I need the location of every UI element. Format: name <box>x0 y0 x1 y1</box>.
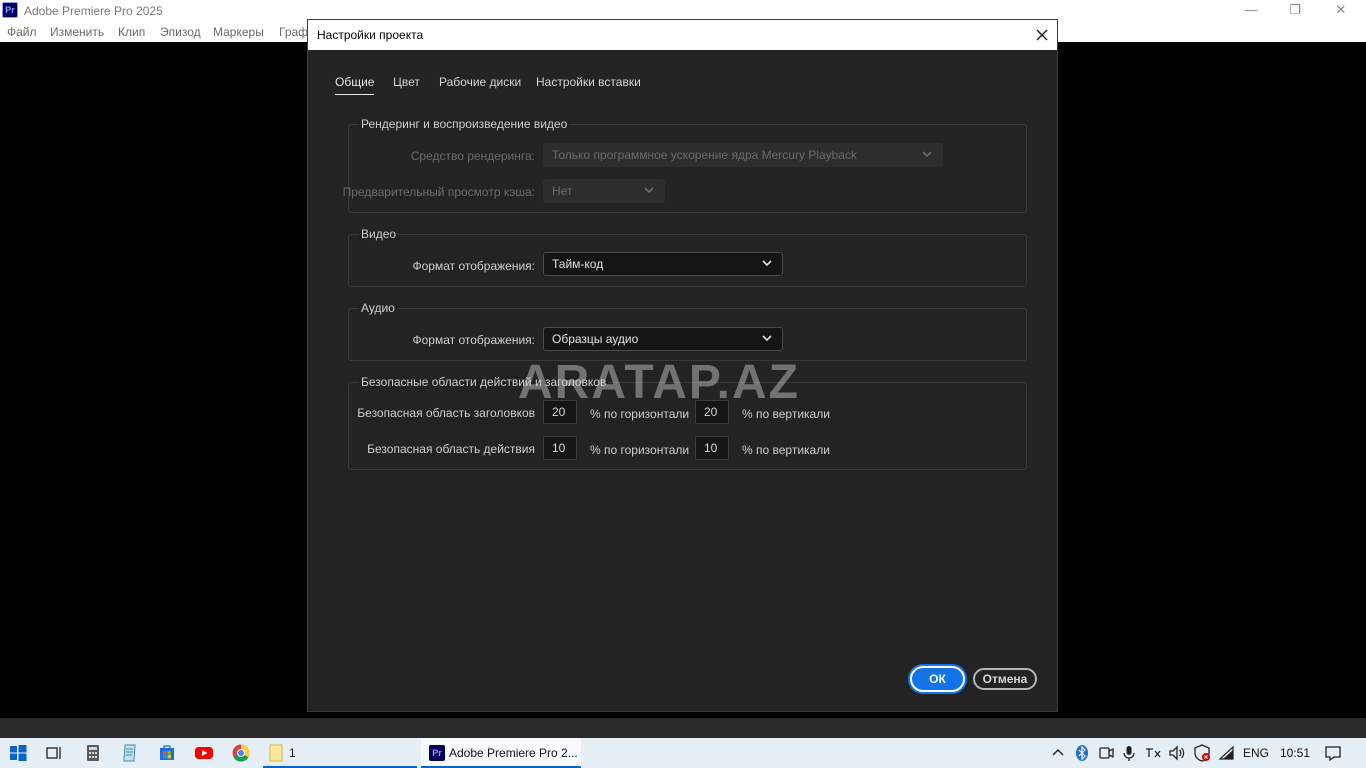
chevron-down-icon <box>760 331 774 345</box>
security-shield-icon[interactable] <box>1192 743 1212 763</box>
video-format-select[interactable]: Тайм-код <box>543 252 783 276</box>
bluetooth-icon[interactable] <box>1072 743 1092 763</box>
title-safe-label: Безопасная область заголовков <box>357 406 535 420</box>
app-status-strip <box>0 718 1366 738</box>
group-video: Видео Формат отображения: Тайм-код <box>348 227 1027 287</box>
chevron-up-icon[interactable] <box>1048 743 1068 763</box>
notepad-icon[interactable] <box>120 743 140 763</box>
dialog-titlebar: Настройки проекта <box>308 20 1057 50</box>
calculator-icon[interactable] <box>83 743 103 763</box>
tab-color[interactable]: Цвет <box>393 75 420 94</box>
notifications-icon[interactable] <box>1323 743 1343 763</box>
menu-sequence[interactable]: Эпизод <box>160 25 201 39</box>
taskbar-app-label: Adobe Premiere Pro 2... <box>449 746 578 760</box>
tab-general[interactable]: Общие <box>335 75 375 95</box>
input-indicator-icon[interactable] <box>1143 743 1163 763</box>
chevron-down-icon <box>920 147 934 161</box>
minimize-button[interactable]: — <box>1228 0 1274 22</box>
menu-file[interactable]: Файл <box>7 25 37 39</box>
menu-clip[interactable]: Клип <box>118 25 145 39</box>
vertical-suffix: % по вертикали <box>742 443 830 457</box>
tab-ingest-settings[interactable]: Настройки вставки <box>536 75 641 94</box>
group-rendering-title: Рендеринг и воспроизведение видео <box>359 117 570 131</box>
taskbar: 1 Pr Adobe Premiere Pro 2... ENG 10:51 <box>0 738 1366 768</box>
wifi-icon[interactable] <box>1217 743 1237 763</box>
task-view-icon[interactable] <box>44 743 64 763</box>
audio-format-select[interactable]: Образцы аудио <box>543 327 783 351</box>
dialog-close-button[interactable] <box>1027 20 1057 50</box>
chevron-down-icon <box>642 183 656 197</box>
taskbar-file-explorer[interactable]: 1 <box>263 738 417 768</box>
volume-icon[interactable] <box>1167 743 1187 763</box>
cache-preview-value: Нет <box>552 184 573 198</box>
close-icon <box>1036 29 1048 41</box>
audio-format-label: Формат отображения: <box>412 333 536 347</box>
menu-markers[interactable]: Маркеры <box>213 25 264 39</box>
group-audio-title: Аудио <box>359 301 397 315</box>
premiere-logo-icon: Pr <box>2 2 18 18</box>
renderer-select[interactable]: Только программное ускорение ядра Mercur… <box>543 143 943 167</box>
video-format-label: Формат отображения: <box>412 259 536 273</box>
youtube-icon[interactable] <box>194 743 214 763</box>
audio-format-value: Образцы аудио <box>552 332 639 346</box>
group-rendering: Рендеринг и воспроизведение видео Средст… <box>343 117 1027 213</box>
chrome-icon[interactable] <box>231 743 251 763</box>
action-safe-label: Безопасная область действия <box>367 442 535 456</box>
action-safe-horizontal-input[interactable]: 10 <box>543 436 577 460</box>
language-indicator[interactable]: ENG <box>1243 746 1269 760</box>
dialog-title: Настройки проекта <box>317 28 424 42</box>
clock[interactable]: 10:51 <box>1280 746 1310 760</box>
microphone-icon[interactable] <box>1119 743 1139 763</box>
microsoft-store-icon[interactable] <box>157 743 177 763</box>
horizontal-suffix: % по горизонтали <box>590 443 690 457</box>
renderer-value: Только программное ускорение ядра Mercur… <box>552 148 857 162</box>
menu-graphics[interactable]: Граф <box>279 25 308 39</box>
windows-start-icon[interactable] <box>8 743 28 763</box>
taskbar-folder-label: 1 <box>289 746 296 760</box>
ok-button[interactable]: ОК <box>910 666 965 692</box>
premiere-logo-icon: Pr <box>429 745 445 761</box>
restore-button[interactable]: ❐ <box>1272 0 1318 22</box>
action-safe-vertical-input[interactable]: 10 <box>695 436 729 460</box>
cache-preview-label: Предварительный просмотр кэша: <box>342 185 535 199</box>
tab-scratch-disks[interactable]: Рабочие диски <box>439 75 521 94</box>
watermark: ARATAP.AZ <box>518 356 800 409</box>
close-app-button[interactable]: ✕ <box>1318 0 1364 22</box>
cache-preview-select[interactable]: Нет <box>543 179 665 203</box>
chevron-down-icon <box>760 256 774 270</box>
video-format-value: Тайм-код <box>552 257 604 271</box>
menu-edit[interactable]: Изменить <box>50 25 104 39</box>
cancel-button[interactable]: Отмена <box>973 668 1037 690</box>
app-title: Adobe Premiere Pro 2025 <box>24 4 163 18</box>
renderer-label: Средство рендеринга: <box>410 149 535 163</box>
group-video-title: Видео <box>359 227 399 241</box>
meet-now-icon[interactable] <box>1096 743 1116 763</box>
group-audio: Аудио Формат отображения: Образцы аудио <box>348 301 1027 361</box>
folder-icon <box>269 744 283 762</box>
taskbar-premiere-app[interactable]: Pr Adobe Premiere Pro 2... <box>421 738 581 768</box>
